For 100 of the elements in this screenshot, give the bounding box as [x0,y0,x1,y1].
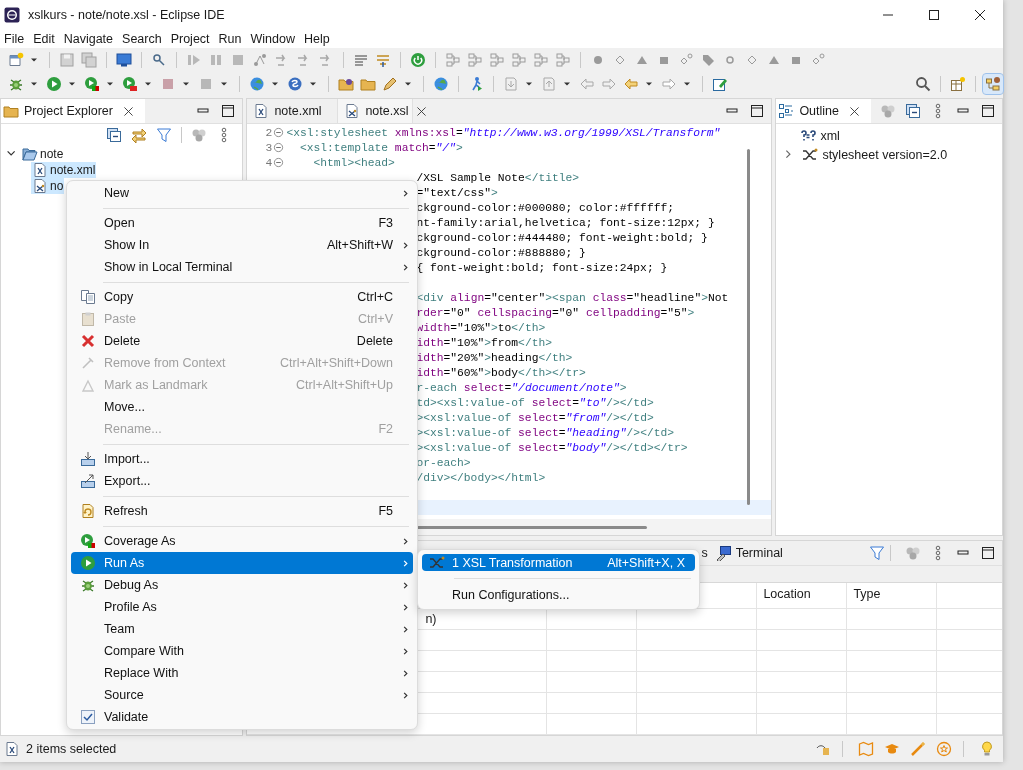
edit-icon[interactable] [712,76,728,92]
copy-icon [79,289,96,305]
outline-item[interactable]: xml [820,128,840,143]
link-icon[interactable] [151,52,167,68]
menu-item[interactable]: Profile As [71,596,413,618]
menu-item[interactable]: Team [71,618,413,640]
table-cell: n) [425,612,437,626]
refresh-icon [79,503,96,519]
menu-item[interactable]: Search [118,31,167,47]
menu-item[interactable]: Edit [29,31,60,47]
save-icon[interactable] [59,52,75,68]
menu-item[interactable]: Run Configurations... [422,586,695,603]
menu-item[interactable]: Navigate [59,31,119,47]
menu-item[interactable]: 1 XSL Transformation Alt+Shift+X, X [422,554,695,571]
menu-item[interactable]: Show In Alt+Shift+W [71,234,413,256]
node-grid-icon[interactable] [533,52,549,68]
spheres-icon[interactable] [191,127,208,143]
new-document-icon[interactable] [8,52,24,68]
monitor-icon[interactable] [116,52,132,68]
menu-item[interactable]: File [0,31,30,47]
perspective-icon[interactable] [950,76,966,92]
sync-arrows-icon[interactable] [131,127,148,143]
maximize-icon[interactable] [980,545,996,561]
play-icon[interactable] [122,76,138,92]
spheres-icon[interactable] [905,545,921,561]
perspective-icon[interactable] [985,76,1001,92]
folder-icon[interactable] [338,76,354,92]
menu-item[interactable]: Coverage As [71,530,413,552]
left-arrow-icon[interactable] [579,76,595,92]
tag-icon[interactable] [700,52,716,68]
spheres-icon[interactable] [880,103,896,119]
menu-item[interactable]: Export... [71,470,413,492]
maximize-icon[interactable] [220,103,237,119]
maximize-icon[interactable] [926,7,942,23]
fold-icon[interactable] [273,142,285,153]
close-icon[interactable] [972,7,988,23]
close-icon[interactable] [121,104,135,118]
node-grid-icon[interactable] [555,52,571,68]
menu-item[interactable]: Refresh F5 [71,500,413,522]
menu-item[interactable]: Debug As [71,574,413,596]
editor-tab[interactable]: note.xsl [338,99,414,123]
scrollbar-thumb[interactable] [417,525,648,529]
node-grid-icon[interactable] [467,52,483,68]
menu-item[interactable]: Replace With [71,662,413,684]
maximize-icon[interactable] [749,103,766,119]
play-icon[interactable] [46,76,62,92]
list-icon[interactable] [353,52,369,68]
fold-icon[interactable] [273,157,285,168]
tree-item[interactable]: no [31,178,65,194]
magic-wand-icon[interactable] [910,741,926,757]
play-icon[interactable] [84,76,100,92]
star-circle-icon[interactable] [936,741,952,757]
menu-item[interactable]: Open F3 [71,212,413,234]
menu-item[interactable]: Show in Local Terminal [71,256,413,278]
folder-icon[interactable] [360,76,376,92]
map-icon[interactable] [858,741,874,757]
node-grid-icon[interactable] [445,52,461,68]
nodes-icon[interactable] [252,52,268,68]
menu-item[interactable]: Run [214,31,247,47]
close-icon[interactable] [415,104,429,118]
globe-icon[interactable] [287,76,303,92]
scrollbar-thumb[interactable] [747,149,751,505]
save-all-icon[interactable] [81,52,97,68]
menu-item[interactable]: Move... [71,396,413,418]
collapse-all-icon[interactable] [106,127,123,143]
menu-item[interactable]: Validate [71,706,413,728]
tree-item[interactable]: note [21,146,65,162]
menu-item[interactable]: Run As [71,552,413,574]
menu-item[interactable]: Help [299,31,335,47]
right-arrow-icon[interactable] [601,76,617,92]
stop-icon[interactable] [230,52,246,68]
search-icon[interactable] [915,76,931,92]
pause-icon[interactable] [208,52,224,68]
fold-icon[interactable] [273,127,285,138]
light-bulb-icon[interactable] [979,741,995,757]
menu-item[interactable]: Import... [71,448,413,470]
collapse-all-icon[interactable] [905,103,921,119]
list-icon[interactable] [375,52,391,68]
menu-item[interactable]: Source [71,684,413,706]
filter-icon[interactable] [869,545,885,561]
globe-icon[interactable] [433,76,449,92]
node-grid-icon[interactable] [511,52,527,68]
filter-icon[interactable] [156,127,173,143]
menu-item[interactable]: Project [166,31,215,47]
menu-item[interactable]: New [71,182,413,204]
menu-item[interactable]: Delete Delete [71,330,413,352]
node-grid-icon[interactable] [489,52,505,68]
tree-item[interactable]: note.xml [31,162,97,178]
outline-item[interactable]: stylesheet version=2.0 [822,147,948,162]
power-icon[interactable] [410,52,426,68]
maximize-icon[interactable] [980,103,996,119]
menu-item[interactable]: Window [246,31,300,47]
menu-item[interactable]: Copy Ctrl+C [71,286,413,308]
menu-item[interactable]: Compare With [71,640,413,662]
crossed-arrows-icon [802,146,819,163]
code-line: ckground-color:#888880; } [416,246,586,259]
window-title: xslkurs - note/note.xsl - Eclipse IDE [28,8,225,22]
close-icon[interactable] [848,104,861,118]
xml-file-icon [253,103,270,119]
pen-icon[interactable] [382,76,398,92]
